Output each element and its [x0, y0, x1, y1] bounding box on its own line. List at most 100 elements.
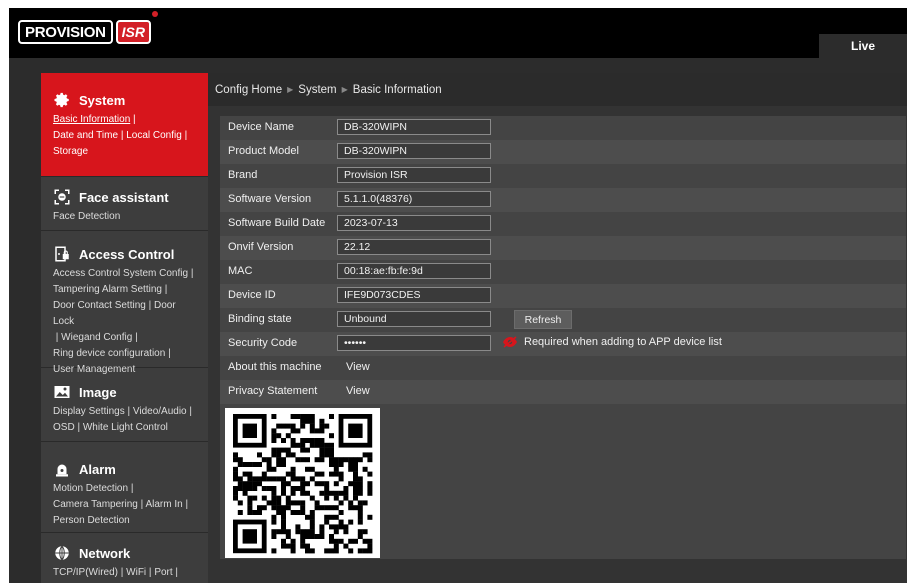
label-build-date: Software Build Date	[228, 217, 326, 229]
qr-code	[225, 408, 380, 558]
label-product-model: Product Model	[228, 145, 299, 157]
link-access-control-system-config[interactable]: Access Control System Config	[53, 268, 188, 279]
hint-text: Required when adding to APP device list	[524, 336, 722, 348]
software-version-field: 5.1.1.0(48376)	[337, 191, 491, 207]
security-code-hint: Required when adding to APP device list	[502, 336, 722, 348]
row-product-model: Product Model DB-320WIPN	[220, 140, 906, 164]
sidebar-section-access: Access Control Access Control System Con…	[41, 231, 208, 375]
link-white-light-control[interactable]: White Light Control	[83, 422, 168, 433]
brand-field: Provision ISR	[337, 167, 491, 183]
link-tcp-ip-wired[interactable]: TCP/IP(Wired)	[53, 567, 118, 578]
globe-icon	[55, 545, 69, 561]
row-device-id: Device ID IFE9D073CDES	[220, 284, 906, 308]
sidebar-item-label: Face assistant	[79, 189, 169, 205]
link-port[interactable]: Port	[154, 567, 172, 578]
row-security-code: Security Code •••••• Required when addin…	[220, 332, 906, 356]
sidebar-item-alarm[interactable]: Alarm	[41, 442, 208, 478]
basic-info-panel: Device Name DB-320WIPN Product Model DB-…	[220, 116, 906, 559]
link-video-audio[interactable]: Video/Audio	[133, 406, 187, 417]
sidebar-section-image: Image Display Settings | Video/Audio | O…	[41, 368, 208, 442]
link-osd[interactable]: OSD	[53, 422, 75, 433]
link-tampering-alarm-setting[interactable]: Tampering Alarm Setting	[53, 284, 162, 295]
label-security-code: Security Code	[228, 337, 298, 349]
sidebar-section-alarm: Alarm Motion Detection | Camera Tamperin…	[41, 442, 208, 533]
mac-field: 00:18:ae:fb:fe:9d	[337, 263, 491, 279]
link-storage[interactable]: Storage	[53, 146, 88, 157]
gear-icon	[54, 92, 69, 108]
row-brand: Brand Provision ISR	[220, 164, 906, 188]
link-display-settings[interactable]: Display Settings	[53, 406, 125, 417]
row-about: About this machine View	[220, 356, 906, 380]
tab-live[interactable]: Live	[819, 34, 907, 58]
sidebar-item-label: Access Control	[79, 246, 175, 262]
label-binding-state: Binding state	[228, 313, 292, 325]
device-name-field[interactable]: DB-320WIPN	[337, 119, 491, 135]
app-window: PROVISION ISR Live System Basic Informat…	[9, 8, 907, 583]
row-binding-state: Binding state Unbound Refresh	[220, 308, 906, 332]
sidebar-section-network: Network TCP/IP(Wired) | WiFi | Port |	[41, 533, 208, 583]
sidebar-item-label: Network	[79, 545, 131, 561]
breadcrumb-config-home[interactable]: Config Home	[215, 84, 282, 96]
label-brand: Brand	[228, 169, 258, 181]
link-basic-information[interactable]: Basic Information	[53, 114, 130, 125]
registered-dot	[152, 11, 158, 17]
breadcrumb: Config Home ▶ System ▶ Basic Information	[208, 73, 907, 106]
top-bar: PROVISION ISR Live	[9, 8, 907, 58]
logo-text: PROVISION	[25, 23, 106, 41]
about-view-link[interactable]: View	[346, 361, 370, 373]
refresh-button[interactable]: Refresh	[514, 310, 572, 329]
logo-badge: ISR	[115, 20, 151, 44]
link-face-detection[interactable]: Face Detection	[53, 211, 120, 222]
row-onvif-version: Onvif Version 22.12	[220, 236, 906, 260]
provision-logo: PROVISION ISR	[18, 11, 158, 44]
main-content: Config Home ▶ System ▶ Basic Information…	[208, 73, 907, 583]
sidebar-item-label: Image	[79, 384, 117, 400]
sidebar: System Basic Information | Date and Time…	[41, 73, 208, 583]
row-device-name: Device Name DB-320WIPN	[220, 116, 906, 140]
link-motion-detection[interactable]: Motion Detection	[53, 483, 128, 494]
alarm-icon	[56, 464, 68, 477]
access-door-icon	[55, 246, 69, 262]
link-ring-device-configuration[interactable]: Ring device configuration	[53, 348, 165, 359]
link-camera-tampering[interactable]: Camera Tampering	[53, 499, 138, 510]
sidebar-item-image[interactable]: Image	[41, 368, 208, 401]
label-software-version: Software Version	[228, 193, 312, 205]
build-date-field: 2023-07-13	[337, 215, 491, 231]
chevron-right-icon: ▶	[287, 85, 294, 94]
security-code-field[interactable]: ••••••	[337, 335, 491, 351]
sidebar-item-label: Alarm	[79, 461, 116, 477]
image-icon	[54, 386, 70, 398]
privacy-view-link[interactable]: View	[346, 385, 370, 397]
breadcrumb-system[interactable]: System	[298, 84, 336, 96]
sidebar-item-network[interactable]: Network	[41, 533, 208, 562]
label-device-name: Device Name	[228, 121, 295, 133]
sidebar-section-face: Face assistant Face Detection	[41, 177, 208, 231]
sidebar-item-label: System	[79, 92, 126, 108]
link-wiegand-config[interactable]: Wiegand Config	[61, 332, 132, 343]
label-device-id: Device ID	[228, 289, 276, 301]
binding-state-field: Unbound	[337, 311, 491, 327]
link-person-detection[interactable]: Person Detection	[53, 515, 130, 526]
eye-hidden-icon[interactable]	[502, 336, 518, 348]
link-wifi[interactable]: WiFi	[126, 567, 146, 578]
row-privacy: Privacy Statement View	[220, 380, 906, 404]
label-privacy: Privacy Statement	[228, 385, 318, 397]
label-onvif-version: Onvif Version	[228, 241, 294, 253]
row-mac: MAC 00:18:ae:fb:fe:9d	[220, 260, 906, 284]
link-local-config[interactable]: Local Config	[126, 130, 182, 141]
link-alarm-in[interactable]: Alarm In	[145, 499, 182, 510]
qr-code-image	[233, 414, 373, 554]
row-build-date: Software Build Date 2023-07-13	[220, 212, 906, 236]
device-id-field: IFE9D073CDES	[337, 287, 491, 303]
label-about: About this machine	[228, 361, 322, 373]
sidebar-item-access-control[interactable]: Access Control	[41, 231, 208, 263]
sidebar-item-face-assistant[interactable]: Face assistant	[41, 177, 208, 206]
link-date-and-time[interactable]: Date and Time	[53, 130, 118, 141]
chevron-right-icon: ▶	[341, 85, 348, 94]
link-door-contact-setting[interactable]: Door Contact Setting	[53, 300, 146, 311]
label-mac: MAC	[228, 265, 253, 277]
onvif-version-field: 22.12	[337, 239, 491, 255]
sidebar-item-system[interactable]: System	[41, 73, 208, 109]
face-scan-icon	[54, 189, 70, 205]
sidebar-section-system: System Basic Information | Date and Time…	[41, 73, 208, 177]
